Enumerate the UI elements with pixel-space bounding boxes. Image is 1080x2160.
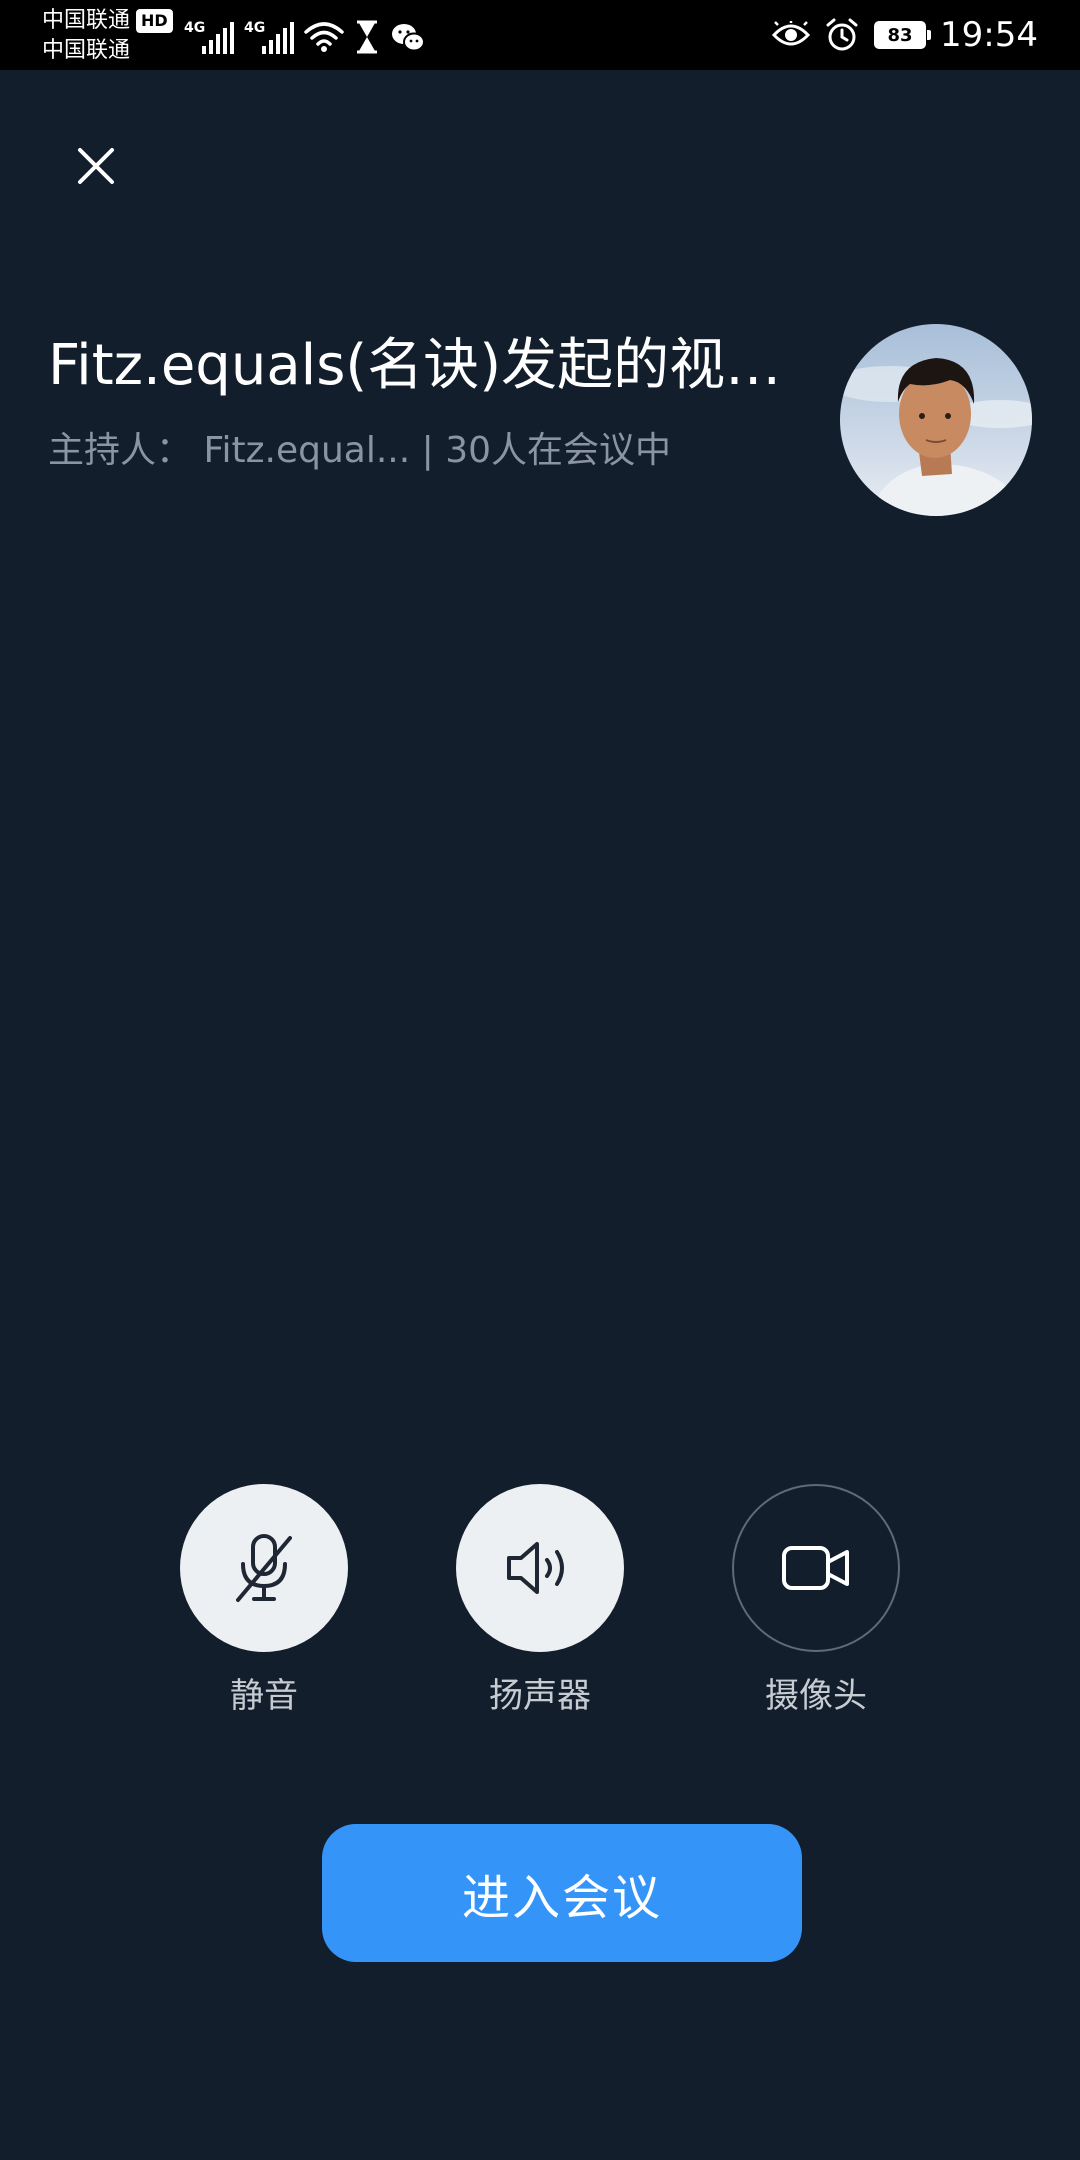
mute-button[interactable] xyxy=(180,1484,348,1652)
status-bar: 中国联通 HD 中国联通 4G 4G 83 19:54 xyxy=(0,0,1080,70)
close-button[interactable] xyxy=(70,140,122,192)
video-camera-icon xyxy=(782,1546,849,1590)
join-meeting-button[interactable]: 进入会议 xyxy=(322,1824,802,1962)
status-icons-right: 83 19:54 xyxy=(772,0,1038,70)
mute-control[interactable]: 静音 xyxy=(164,1484,364,1718)
network-2-label: 4G xyxy=(244,20,266,36)
camera-label: 摄像头 xyxy=(765,1676,867,1716)
status-icons-left: 4G 4G xyxy=(184,14,426,54)
meeting-join-screen: 中国联通 HD 中国联通 4G 4G 83 19:54 Fitz.equals(… xyxy=(0,0,1080,2160)
camera-button[interactable] xyxy=(732,1484,900,1652)
speaker-control[interactable]: 扬声器 xyxy=(440,1484,640,1718)
host-avatar[interactable] xyxy=(840,324,1032,516)
mute-label: 静音 xyxy=(230,1676,298,1716)
speaker-button[interactable] xyxy=(456,1484,624,1652)
hd-badge: HD xyxy=(136,9,173,33)
close-icon xyxy=(78,148,114,184)
camera-control[interactable]: 摄像头 xyxy=(716,1484,916,1718)
speaker-label: 扬声器 xyxy=(489,1676,591,1716)
hourglass-icon xyxy=(357,20,377,54)
eye-icon xyxy=(772,21,811,46)
battery-level: 83 xyxy=(887,24,913,46)
carrier-1-label: 中国联通 xyxy=(42,8,131,33)
wifi-icon xyxy=(304,22,344,52)
meeting-subtitle: 主持人： Fitz.equal... | 30人在会议中 xyxy=(48,430,672,471)
battery-icon: 83 xyxy=(874,21,932,49)
mic-off-icon xyxy=(236,1534,292,1602)
network-1-label: 4G xyxy=(184,20,206,36)
alarm-icon xyxy=(826,18,858,51)
wechat-icon xyxy=(392,24,425,52)
avatar-image xyxy=(840,358,1032,516)
speaker-icon xyxy=(507,1542,564,1594)
carrier-2-label: 中国联通 xyxy=(42,38,131,63)
signal-2-icon: 4G xyxy=(244,20,294,54)
meeting-title: Fitz.equals(名诀)发起的视… xyxy=(48,333,782,398)
media-controls: 静音 扬声器 摄像头 xyxy=(0,1484,1080,1724)
signal-1-icon: 4G xyxy=(184,20,234,54)
status-time: 19:54 xyxy=(940,15,1038,55)
carrier-info: 中国联通 HD 中国联通 xyxy=(42,6,173,66)
